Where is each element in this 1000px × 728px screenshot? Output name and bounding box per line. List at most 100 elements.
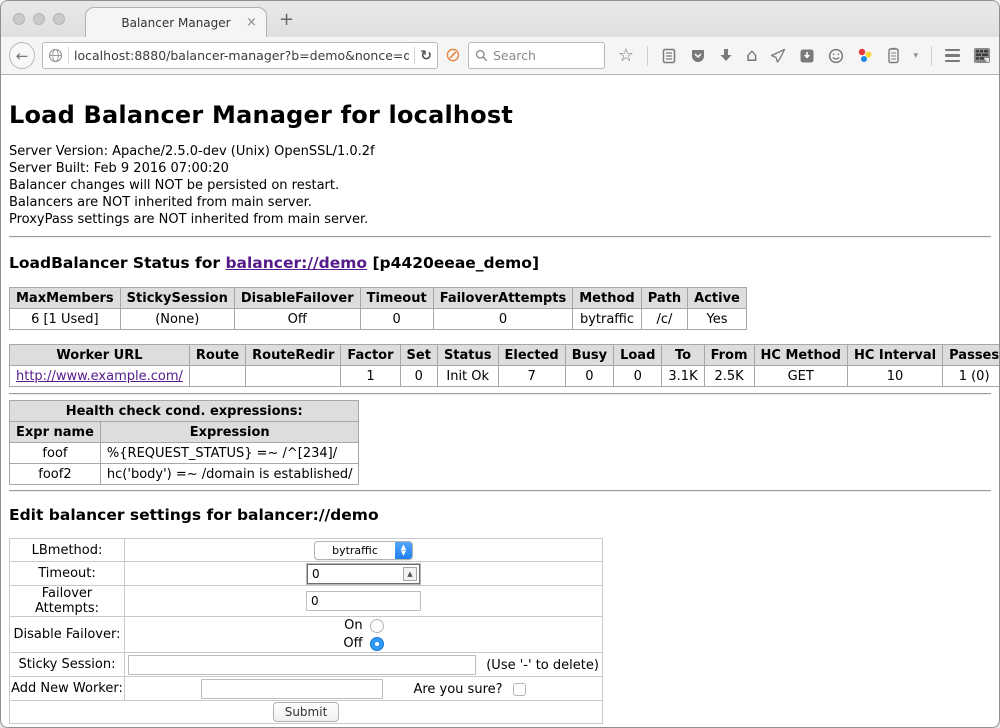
cell-passes: 1 (0): [943, 366, 1000, 387]
search-bar[interactable]: Search: [468, 42, 605, 69]
tab-close-icon[interactable]: ×: [246, 15, 257, 30]
lbmethod-cell: bytraffic ▲▼: [125, 539, 603, 562]
close-window-button[interactable]: [13, 13, 25, 25]
new-tab-button[interactable]: +: [279, 9, 294, 30]
failover-attempts-input[interactable]: [306, 591, 421, 611]
urlbar-divider: [414, 47, 415, 64]
add-worker-input[interactable]: [201, 679, 383, 699]
submit-button[interactable]: Submit: [273, 702, 340, 722]
submit-cell: Submit: [10, 701, 603, 724]
sticky-session-input[interactable]: [128, 655, 476, 675]
browser-window: Balancer Manager × + ← localhost:8880/ba…: [0, 0, 1000, 728]
add-worker-label: Add New Worker:: [10, 677, 125, 701]
worker-url-link[interactable]: http://www.example.com/: [16, 369, 183, 384]
reading-list-icon[interactable]: [661, 48, 677, 64]
radio-on-label: On: [344, 618, 362, 633]
section-divider: [9, 236, 991, 238]
col-active: Active: [688, 288, 747, 309]
server-version-line: Server Version: Apache/2.5.0-dev (Unix) …: [9, 143, 991, 160]
col-expression: Expression: [100, 422, 359, 443]
cell-method: bytraffic: [573, 309, 641, 330]
proxypass-note-line: ProxyPass settings are NOT inherited fro…: [9, 211, 991, 228]
form-row-lbmethod: LBmethod: bytraffic ▲▼: [10, 539, 603, 562]
url-text[interactable]: localhost:8880/balancer-manager?b=demo&n…: [74, 48, 409, 63]
window-controls: [13, 13, 65, 25]
server-built-line: Server Built: Feb 9 2016 07:00:20: [9, 160, 991, 177]
timeout-cell: ▲: [125, 562, 603, 586]
cell-disablefailover: Off: [234, 309, 360, 330]
table-row: http://www.example.com/ 1 0 Init Ok 7 0 …: [10, 366, 1000, 387]
are-you-sure-checkbox[interactable]: [513, 683, 526, 696]
grid-extension-icon[interactable]: [973, 47, 991, 64]
toolbar-icons: ☆ ⌂: [618, 46, 991, 66]
url-bar[interactable]: localhost:8880/balancer-manager?b=demo&n…: [42, 42, 438, 69]
col-passes: Passes: [943, 345, 1000, 366]
cell-busy: 0: [565, 366, 613, 387]
number-spinner-icon[interactable]: ▲: [403, 567, 417, 581]
radio-on[interactable]: [370, 619, 384, 633]
disable-failover-label: Disable Failover:: [10, 617, 125, 653]
chevron-down-icon[interactable]: ▾: [913, 51, 918, 61]
form-row-submit: Submit: [10, 701, 603, 724]
col-hc-method: HC Method: [754, 345, 847, 366]
cell-failoverattempts: 0: [433, 309, 573, 330]
cell-routeredir: [246, 366, 341, 387]
pocket-icon[interactable]: [690, 48, 706, 64]
colored-dots-extension-icon[interactable]: [857, 47, 874, 64]
globe-icon: [48, 48, 63, 63]
col-routeredir: RouteRedir: [246, 345, 341, 366]
col-failoverattempts: FailoverAttempts: [433, 288, 573, 309]
col-elected: Elected: [498, 345, 565, 366]
tab-balancer-manager[interactable]: Balancer Manager ×: [85, 7, 267, 37]
cell-route: [189, 366, 245, 387]
col-to: To: [662, 345, 704, 366]
col-busy: Busy: [565, 345, 613, 366]
col-stickysession: StickySession: [120, 288, 234, 309]
content-blocked-icon[interactable]: ⊘: [445, 46, 461, 65]
col-path: Path: [641, 288, 687, 309]
lbmethod-select[interactable]: bytraffic ▲▼: [314, 541, 413, 560]
sticky-session-label: Sticky Session:: [10, 653, 125, 677]
page-content: Load Balancer Manager for localhost Serv…: [1, 101, 999, 728]
downloads-icon[interactable]: [719, 48, 733, 63]
section-divider: [9, 393, 991, 395]
cell-timeout: 0: [360, 309, 433, 330]
feedback-smiley-icon[interactable]: [828, 48, 844, 64]
form-row-disable-failover: Disable Failover: On Off: [10, 617, 603, 653]
cell-stickysession: (None): [120, 309, 234, 330]
send-plane-icon[interactable]: [770, 48, 786, 64]
save-to-device-icon[interactable]: [799, 48, 815, 64]
disable-failover-cell: On Off: [125, 617, 603, 653]
cell-factor: 1: [341, 366, 400, 387]
navigation-toolbar: ← localhost:8880/balancer-manager?b=demo…: [1, 37, 999, 75]
cell-load: 0: [614, 366, 662, 387]
radio-off-label: Off: [343, 636, 362, 651]
radio-off[interactable]: [370, 637, 384, 651]
are-you-sure-label: Are you sure?: [413, 682, 502, 697]
table-title-row: Health check cond. expressions:: [10, 401, 359, 422]
sticky-session-cell: (Use '-' to delete): [125, 653, 603, 677]
urlbar-divider: [68, 47, 69, 64]
col-maxmembers: MaxMembers: [10, 288, 121, 309]
timeout-label: Timeout:: [10, 562, 125, 586]
back-icon: ←: [16, 47, 29, 65]
reload-icon[interactable]: ↻: [420, 48, 432, 64]
menu-hamburger-icon[interactable]: [945, 49, 960, 63]
zoom-window-button[interactable]: [53, 13, 65, 25]
battery-extension-icon[interactable]: [887, 47, 900, 64]
page-title: Load Balancer Manager for localhost: [9, 101, 991, 129]
bookmark-star-icon[interactable]: ☆: [618, 47, 634, 65]
col-set: Set: [400, 345, 437, 366]
cell-maxmembers: 6 [1 Used]: [10, 309, 121, 330]
form-row-failover-attempts: Failover Attempts:: [10, 586, 603, 617]
cell-path: /c/: [641, 309, 687, 330]
home-icon[interactable]: ⌂: [746, 47, 757, 65]
cell-set: 0: [400, 366, 437, 387]
failover-attempts-label: Failover Attempts:: [10, 586, 125, 617]
minimize-window-button[interactable]: [33, 13, 45, 25]
cell-hc-interval: 10: [847, 366, 942, 387]
balancer-demo-link[interactable]: balancer://demo: [225, 254, 367, 272]
cell-elected: 7: [498, 366, 565, 387]
back-button[interactable]: ←: [9, 42, 35, 69]
status-heading-prefix: LoadBalancer Status for: [9, 254, 225, 272]
